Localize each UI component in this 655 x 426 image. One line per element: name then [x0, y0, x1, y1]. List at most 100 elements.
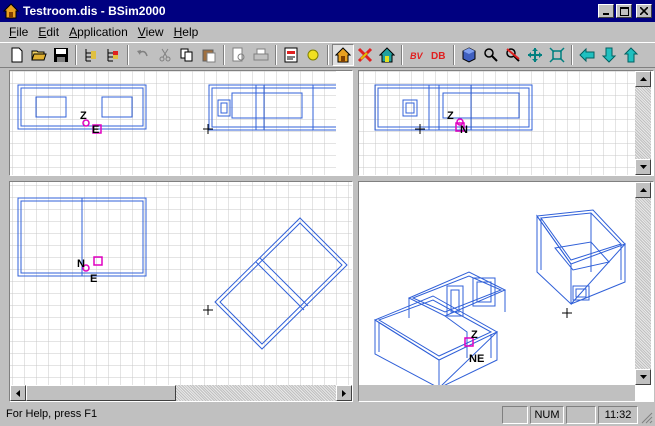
db-button[interactable]: DB — [428, 44, 450, 66]
fit-button[interactable] — [546, 44, 568, 66]
arrow-left-button[interactable] — [576, 44, 598, 66]
toolbar-separator — [453, 45, 455, 65]
view-pane-top-right[interactable]: Z N — [358, 70, 654, 176]
save-button[interactable] — [50, 44, 72, 66]
print-preview-button[interactable] — [228, 44, 250, 66]
axis-label-ne: NE — [469, 353, 484, 365]
axis-label-z: Z — [80, 110, 87, 122]
pan-icon — [528, 48, 542, 62]
menu-edit[interactable]: Edit — [33, 25, 64, 39]
view-pane-top-left[interactable]: Z E — [9, 70, 353, 176]
cut-icon — [159, 48, 171, 62]
tree-button[interactable] — [80, 44, 102, 66]
undo-button[interactable] — [132, 44, 154, 66]
arrow-left-icon — [579, 47, 595, 63]
menu-application[interactable]: Application — [64, 25, 133, 39]
sun-button[interactable] — [302, 44, 324, 66]
pan-button[interactable] — [524, 44, 546, 66]
print-button[interactable] — [250, 44, 272, 66]
print-preview-icon — [232, 47, 245, 62]
open-button[interactable] — [28, 44, 50, 66]
cut-button[interactable] — [154, 44, 176, 66]
menu-application-key: A — [69, 24, 78, 39]
svg-text:BV: BV — [410, 51, 423, 61]
view-pane-bottom-left[interactable]: N E — [9, 181, 353, 402]
house-button[interactable] — [332, 44, 354, 66]
view-canvas: Z NE — [359, 182, 635, 385]
menu-bar: File Edit Application View Help — [0, 22, 655, 41]
title-bar: Testroom.dis - BSim2000 — [0, 0, 655, 22]
zoom-button[interactable] — [480, 44, 502, 66]
view-pane-bottom-right[interactable]: Z NE — [358, 181, 654, 402]
sun-icon — [307, 49, 319, 61]
house-teal-button[interactable] — [376, 44, 398, 66]
arrow-down-icon — [639, 165, 647, 169]
arrow-up-button[interactable] — [620, 44, 642, 66]
copy-icon — [180, 48, 193, 62]
tree-red-icon — [107, 49, 118, 62]
scroll-right-button[interactable] — [336, 385, 352, 401]
paste-button[interactable] — [198, 44, 220, 66]
horizontal-scrollbar[interactable] — [10, 385, 352, 401]
scroll-thumb[interactable] — [26, 385, 176, 401]
app-house-icon — [3, 3, 19, 19]
menu-view-label: iew — [145, 24, 164, 39]
status-help-text: For Help, press F1 — [6, 408, 98, 420]
menu-file-label: ile — [16, 24, 29, 39]
minimize-button[interactable] — [598, 4, 614, 18]
tree-red-button[interactable] — [102, 44, 124, 66]
vertical-scrollbar[interactable] — [635, 182, 651, 385]
arrow-up-icon — [639, 77, 647, 81]
scroll-left-button[interactable] — [10, 385, 26, 401]
vertical-scrollbar[interactable] — [635, 71, 651, 175]
axis-label-n: N — [460, 124, 468, 136]
copy-button[interactable] — [176, 44, 198, 66]
fit-icon — [549, 47, 565, 63]
menu-edit-label: dit — [46, 24, 60, 39]
menu-file[interactable]: File — [4, 25, 33, 39]
bv-button[interactable]: BV — [406, 44, 428, 66]
document-button[interactable] — [280, 44, 302, 66]
document-icon — [284, 47, 298, 63]
maximize-button[interactable] — [616, 4, 632, 18]
scroll-down-button[interactable] — [635, 159, 651, 175]
arrow-up-icon — [623, 47, 639, 63]
scroll-down-button[interactable] — [635, 369, 651, 385]
house-icon — [335, 47, 351, 63]
bv-icon: BV — [410, 51, 423, 61]
undo-icon — [137, 50, 148, 57]
zoom-cancel-button[interactable] — [502, 44, 524, 66]
view-canvas: Z N — [359, 71, 635, 175]
view-canvas: Z E — [10, 71, 336, 175]
toolbar-separator — [401, 45, 403, 65]
axis-label-n: N — [77, 258, 85, 270]
db-icon: DB — [431, 51, 445, 62]
arrow-down-button[interactable] — [598, 44, 620, 66]
new-button[interactable] — [6, 44, 28, 66]
grid — [359, 71, 635, 175]
arrow-down-icon — [601, 47, 617, 63]
axis-label-z: Z — [471, 329, 478, 341]
menu-application-label: pplication — [77, 24, 128, 39]
arrow-left-icon — [16, 389, 20, 397]
close-button[interactable] — [636, 4, 652, 18]
tree-icon — [85, 49, 96, 62]
house-teal-icon — [379, 47, 395, 63]
cube-button[interactable] — [458, 44, 480, 66]
svg-text:DB: DB — [431, 51, 445, 62]
scroll-up-button[interactable] — [635, 71, 651, 87]
grid — [10, 182, 352, 385]
scroll-up-button[interactable] — [635, 182, 651, 198]
axis-label-e: E — [92, 124, 99, 136]
menu-help[interactable]: Help — [169, 25, 204, 39]
grid — [10, 71, 336, 175]
resize-grip-icon[interactable] — [641, 412, 653, 424]
menu-view[interactable]: View — [133, 25, 169, 39]
horizontal-scrollbar[interactable] — [359, 385, 635, 401]
toolbar-separator — [275, 45, 277, 65]
toolbar-separator — [327, 45, 329, 65]
status-cell-blank — [502, 406, 528, 424]
toolbar-separator — [127, 45, 129, 65]
arrow-up-icon — [639, 188, 647, 192]
cross-button[interactable] — [354, 44, 376, 66]
